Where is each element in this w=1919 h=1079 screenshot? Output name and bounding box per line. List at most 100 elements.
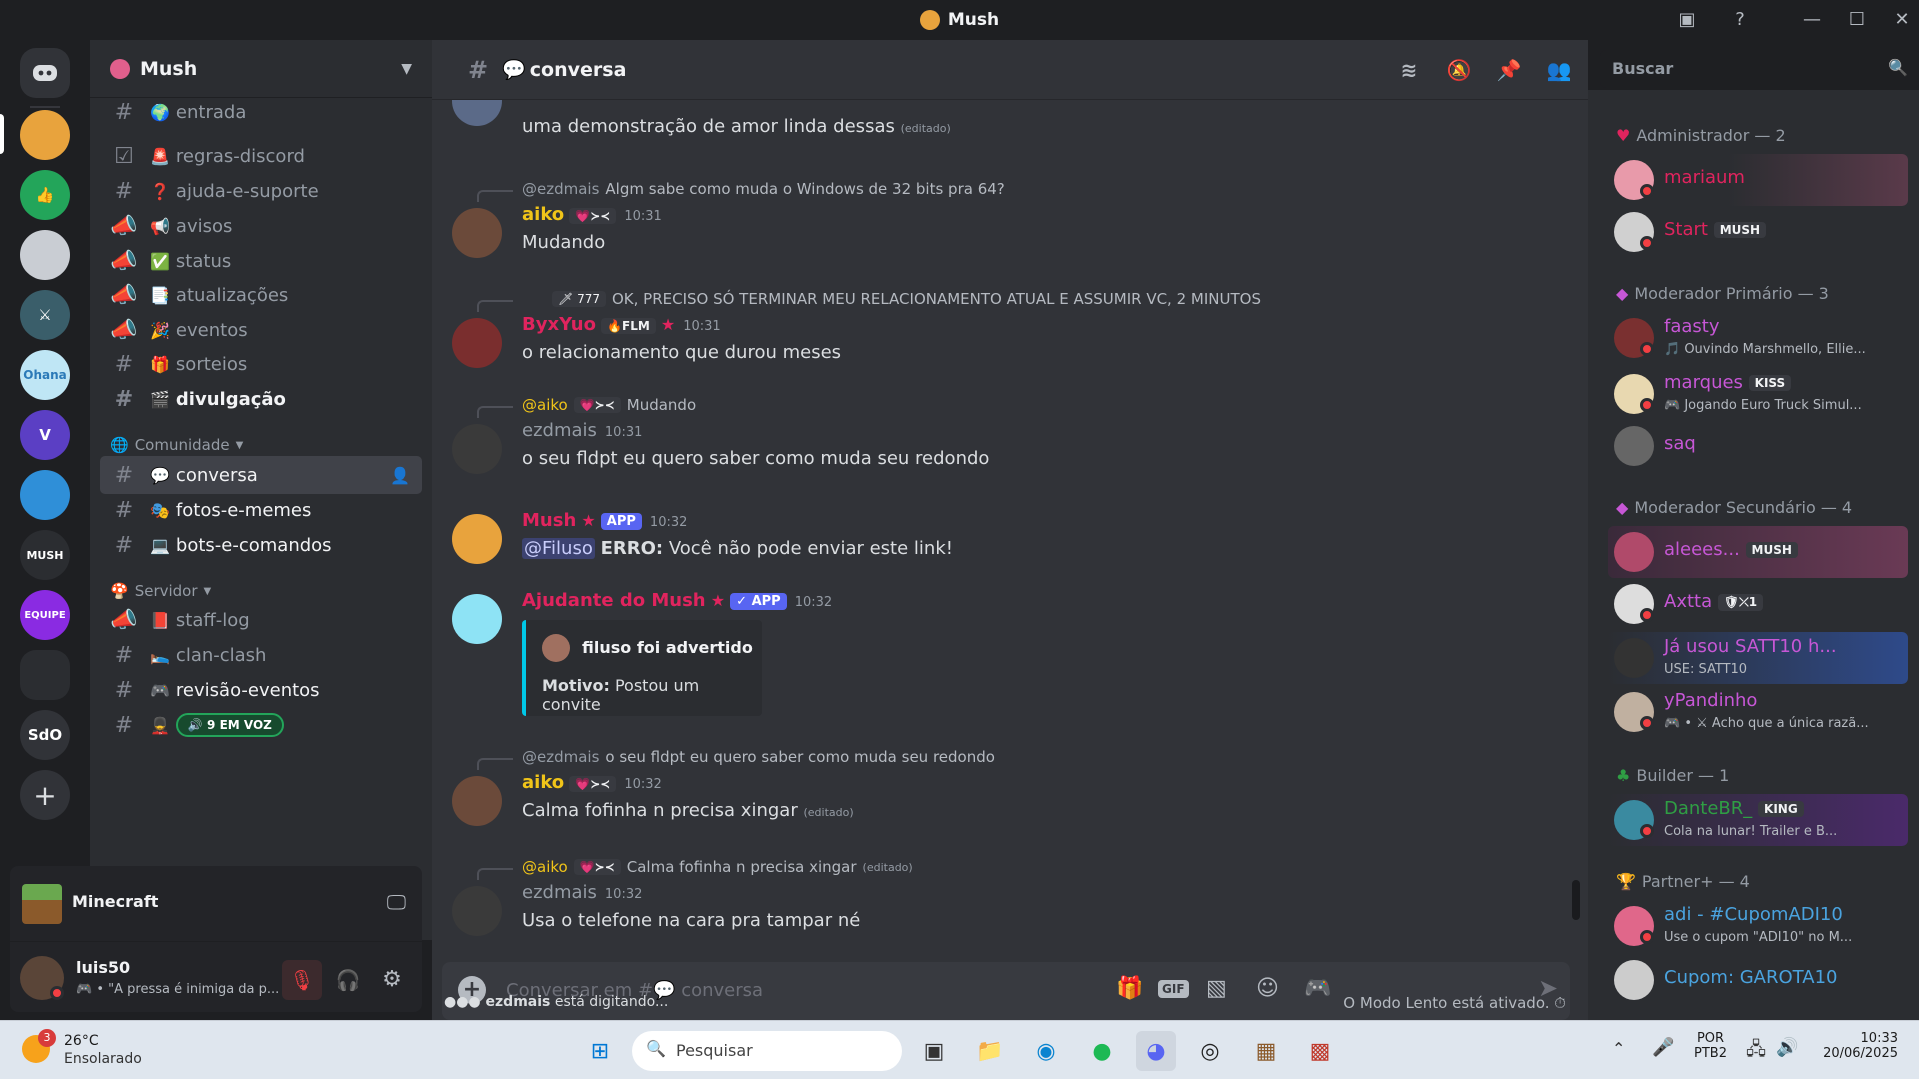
language-indicator[interactable]: POR PTB2 [1694,1031,1727,1061]
channel-conversa[interactable]: # 💬 conversa 👤 [100,456,422,494]
channel-bots-e-comandos[interactable]: # 💻 bots-e-comandos [100,526,422,564]
server-mush-logo[interactable]: MUSH [20,530,70,580]
minecraft-launcher-icon[interactable]: ▦ [1246,1031,1286,1071]
notification-bell-icon[interactable]: 🔕 [1446,58,1472,84]
microphone-icon[interactable]: 🎤 [1652,1037,1674,1058]
channel-fotos-e-memes[interactable]: # 🎭 fotos-e-memes [100,491,422,529]
task-view-icon[interactable]: ▣ [914,1031,954,1071]
channel-status[interactable]: 📣 ✅ status [100,242,422,280]
gif-icon[interactable]: GIF [1158,980,1189,998]
member-satt10[interactable]: Já usou SATT10 h... USE: SATT10 [1608,632,1908,684]
reply-preview[interactable]: @ezdmais o seu fldpt eu quero saber como … [522,748,995,766]
obs-icon[interactable]: ◎ [1190,1031,1230,1071]
weather-widget[interactable]: 3 26°C Ensolarado [22,1029,182,1073]
member-ypandinho[interactable]: yPandinho 🎮 • ⚔ Acho que a única razã... [1608,686,1908,738]
scrollbar[interactable] [1572,880,1580,920]
channel-voice-row[interactable]: # 💂 🔊 9 EM VOZ [100,706,422,744]
avatar[interactable] [452,208,502,258]
server-green[interactable]: 👍 [20,170,70,220]
server-header[interactable]: Mush ▼ [90,40,432,98]
avatar[interactable] [452,318,502,368]
add-member-icon[interactable]: 👤 [390,466,410,485]
reply-preview[interactable]: @aiko 💗≻≺ Calma fofinha n precisa xingar (e… [522,858,913,876]
reply-preview[interactable]: @aiko 💗≻≺ Mudando [522,396,696,414]
member-adi[interactable]: adi - #CupomADI10 Use o cupom "ADI10" no … [1608,900,1908,952]
inbox-icon[interactable]: ▣ [1672,6,1702,34]
user-mention[interactable]: @Filuso [522,538,595,559]
taskbar-search[interactable]: 🔍 Pesquisar [632,1031,902,1071]
channel-ajuda-e-suporte[interactable]: # ❓ ajuda-e-suporte [100,172,422,210]
server-ohana[interactable]: Ohana [20,350,70,400]
member-axtta[interactable]: Axtta 🛡⤫1 [1608,578,1908,630]
close-button[interactable]: ✕ [1887,6,1917,34]
server-swords[interactable]: ⚔ [20,290,70,340]
avatar[interactable] [452,776,502,826]
server-v[interactable]: V [20,410,70,460]
channel-sorteios[interactable]: # 🎁 sorteios [100,345,422,383]
channel-avisos[interactable]: 📣 📢 avisos [100,207,422,245]
member-saq[interactable]: saq [1608,420,1908,472]
channel-staff-log[interactable]: 📣 📕 staff-log [100,601,422,639]
avatar[interactable] [452,594,502,644]
search-input[interactable]: Buscar 🔍 [1600,50,1919,88]
server-avatar[interactable] [20,470,70,520]
channel-eventos[interactable]: 📣 🎉 eventos [100,311,422,349]
server-equipe[interactable]: EQUIPE [20,590,70,640]
apps-icon[interactable]: 🎮 [1304,976,1331,1001]
member-aleees[interactable]: aleees... MUSH [1608,526,1908,578]
channel-regras-discord[interactable]: ☑ 🚨 regras-discord [100,137,422,175]
volume-icon[interactable]: 🔊 [1776,1037,1798,1058]
member-start[interactable]: Start MUSH [1608,206,1908,258]
channel-divulgacao[interactable]: # 🎬 divulgação [100,380,422,418]
channel-atualizacoes[interactable]: 📣 📑 atualizações [100,276,422,314]
reply-preview[interactable]: @ezdmais Algm sabe como muda o Windows de… [522,180,1005,198]
member-marques[interactable]: marques KISS 🎮 Jogando Euro Truck Simul..… [1608,368,1908,420]
member-faasty[interactable]: faasty 🎵 Ouvindo Marshmello, Ellie... [1608,312,1908,364]
server-mush[interactable] [20,110,70,160]
clock[interactable]: 10:33 20/06/2025 [1818,1031,1898,1061]
category-servidor[interactable]: 🍄 Servidor ▼ [110,582,211,600]
spotify-icon[interactable]: ● [1082,1031,1122,1071]
minimize-button[interactable]: — [1797,6,1827,34]
gift-icon[interactable]: 🎁 [1116,976,1143,1001]
tray-chevron-icon[interactable]: ⌃ [1612,1039,1625,1058]
start-button[interactable]: ⊞ [580,1031,620,1071]
file-explorer-icon[interactable]: 📁 [970,1031,1010,1071]
settings-gear-icon[interactable]: ⚙ [372,960,412,1000]
threads-icon[interactable]: ≋ [1396,58,1422,84]
hash-icon: # [114,178,134,204]
server-anime[interactable] [20,230,70,280]
server-sdo[interactable]: SdO [20,710,70,760]
pin-icon[interactable]: 📌 [1496,58,1522,84]
member-mariaum[interactable]: mariaum [1608,154,1908,206]
member-cupom[interactable]: Cupom: GAROTA10 [1608,954,1908,1006]
network-icon[interactable]: 🖧 [1746,1037,1766,1067]
sticker-icon[interactable]: ▧ [1206,976,1227,1001]
help-icon[interactable]: ? [1725,6,1755,34]
avatar[interactable] [452,424,502,474]
screen-share-icon[interactable]: 🖵 [387,890,406,914]
hash-icon: # [114,642,134,668]
home-button[interactable] [20,48,70,98]
voice-pill[interactable]: 🔊 9 EM VOZ [175,713,284,737]
mute-button[interactable]: 🎙 [282,960,322,1000]
channel-clan-clash[interactable]: # 🛌 clan-clash [100,636,422,674]
avatar[interactable] [452,514,502,564]
headphones-icon[interactable]: 🎧 [328,960,368,1000]
maximize-button[interactable]: ☐ [1842,6,1872,34]
game-app-icon[interactable]: ▩ [1300,1031,1340,1071]
reply-preview[interactable]: 🗡 777 OK, PRECISO SÓ TERMINAR MEU RELACIO… [552,290,1261,308]
member-list-icon[interactable]: 👥 [1546,58,1572,84]
category-comunidade[interactable]: 🌐 Comunidade ▼ [110,436,243,454]
channel-entrada[interactable]: # 🌍 entrada [100,99,422,125]
emoji-icon[interactable]: ☺ [1256,976,1279,1001]
channel-revisao-eventos[interactable]: # 🎮 revisão-eventos [100,671,422,709]
member-dantebr[interactable]: DanteBR_ KING Cola na lunar! Trailer e B.… [1608,794,1908,846]
add-server-button[interactable]: + [20,770,70,820]
server-folder[interactable] [20,650,70,700]
message-header: ByxYuo 🔥FLM ★ 10:31 [522,314,721,335]
edge-icon[interactable]: ◉ [1026,1031,1066,1071]
avatar[interactable] [452,886,502,936]
activity-card[interactable]: Minecraft 🖵 [10,866,422,942]
discord-icon[interactable]: ◕ [1136,1031,1176,1071]
